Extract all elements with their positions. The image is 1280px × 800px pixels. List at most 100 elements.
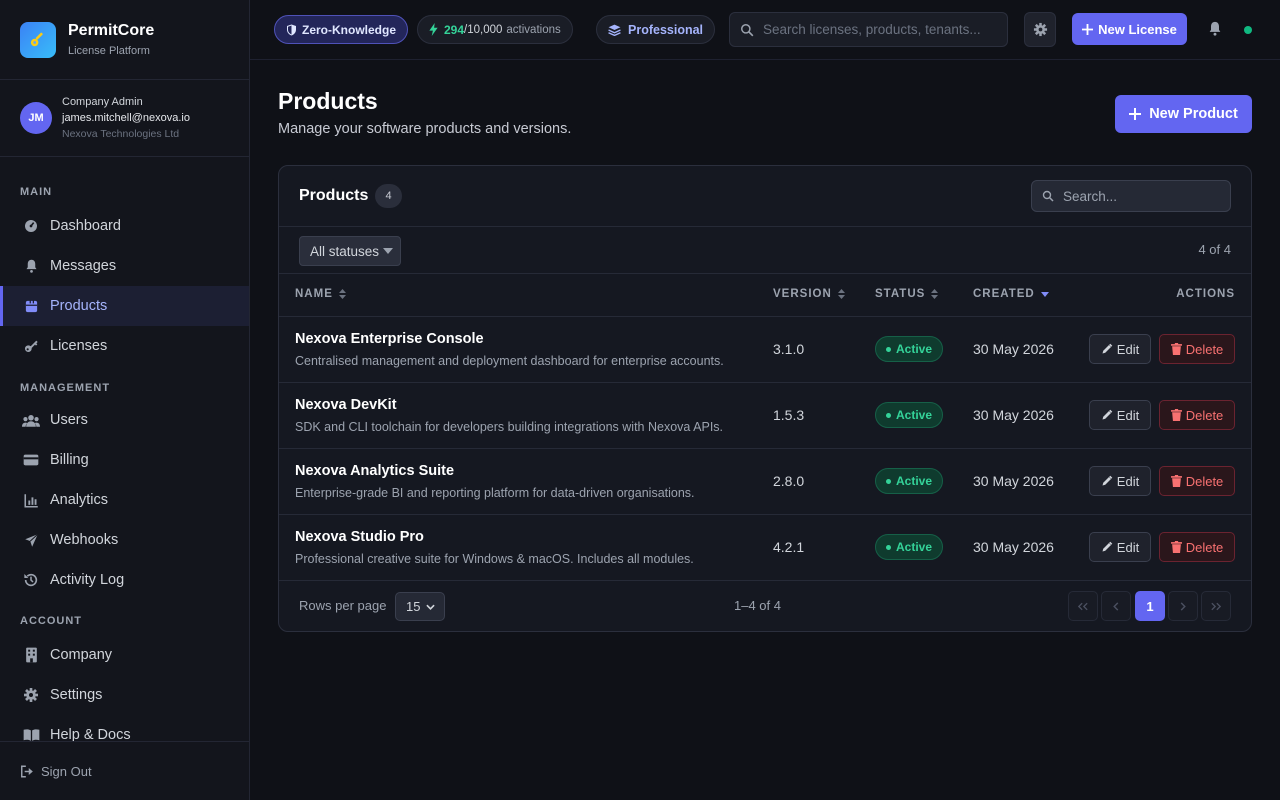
- column-header-status[interactable]: STATUS: [875, 288, 939, 300]
- product-name[interactable]: Nexova DevKit: [295, 397, 397, 413]
- sign-out-button[interactable]: Sign Out: [0, 741, 249, 800]
- global-search-placeholder: Search licenses, products, tenants...: [763, 22, 981, 37]
- sort-icon: [338, 289, 346, 299]
- product-version: 4.2.1: [773, 539, 805, 555]
- sidebar-item-analytics[interactable]: Analytics: [0, 480, 249, 520]
- pencil-icon: [1101, 343, 1113, 355]
- product-name[interactable]: Nexova Enterprise Console: [295, 331, 484, 347]
- column-header-version[interactable]: VERSION: [773, 288, 845, 300]
- sidebar-item-label: Messages: [50, 258, 117, 274]
- notifications-button[interactable]: [1207, 20, 1223, 37]
- delete-button[interactable]: Delete: [1159, 532, 1235, 562]
- sidebar-item-label: Licenses: [50, 338, 108, 354]
- sidebar-item-label: Billing: [50, 452, 89, 468]
- table-row[interactable]: Nexova Studio Pro Professional creative …: [279, 515, 1251, 581]
- card-header: Products 4 Search...: [279, 166, 1251, 227]
- sidebar-item-settings[interactable]: Settings: [0, 675, 249, 715]
- user-profile[interactable]: JM Company Admin james.mitchell@nexova.i…: [0, 80, 249, 157]
- sidebar-item-label: Products: [50, 298, 108, 314]
- search-icon: [1042, 190, 1054, 202]
- activations-total: /10,000: [464, 23, 503, 36]
- edit-button[interactable]: Edit: [1089, 334, 1151, 364]
- column-header-created[interactable]: CREATED: [973, 288, 1049, 300]
- edit-button[interactable]: Edit: [1089, 400, 1151, 430]
- delete-button[interactable]: Delete: [1159, 466, 1235, 496]
- user-email: james.mitchell@nexova.io: [62, 112, 190, 124]
- status-label: Active: [896, 540, 933, 554]
- gear-icon: [22, 687, 40, 703]
- global-search-input[interactable]: Search licenses, products, tenants...: [729, 12, 1008, 47]
- last-page-button[interactable]: [1201, 591, 1231, 621]
- page-button-current[interactable]: 1: [1135, 591, 1165, 621]
- nav-section-main: MAIN: [20, 186, 53, 198]
- table-row[interactable]: Nexova DevKit SDK and CLI toolchain for …: [279, 383, 1251, 449]
- new-product-button[interactable]: New Product: [1115, 95, 1252, 133]
- sidebar-item-activity-log[interactable]: Activity Log: [0, 560, 249, 600]
- prev-page-button[interactable]: [1101, 591, 1131, 621]
- bell-icon: [1207, 20, 1223, 37]
- users-icon: [22, 413, 40, 428]
- product-description: Centralised management and deployment da…: [295, 354, 724, 368]
- sidebar-item-dashboard[interactable]: Dashboard: [0, 206, 249, 246]
- product-created: 30 May 2026: [973, 473, 1054, 489]
- building-icon: [22, 647, 40, 663]
- plus-icon: [1082, 23, 1094, 35]
- products-search-input[interactable]: Search...: [1031, 180, 1231, 212]
- delete-label: Delete: [1185, 473, 1224, 489]
- delete-label: Delete: [1185, 539, 1224, 555]
- product-created: 30 May 2026: [973, 539, 1054, 555]
- theme-settings-button[interactable]: [1024, 12, 1056, 47]
- product-name[interactable]: Nexova Analytics Suite: [295, 463, 454, 479]
- new-license-button[interactable]: New License: [1072, 13, 1187, 45]
- gear-icon: [1033, 22, 1048, 37]
- filter-count: 4 of 4: [1198, 242, 1231, 257]
- table-header: NAME VERSION STATUS CREATED ACTIONS: [279, 274, 1251, 317]
- sort-icon: [931, 289, 939, 299]
- sidebar-item-products[interactable]: Products: [0, 286, 249, 326]
- sidebar-item-label: Dashboard: [50, 218, 121, 234]
- plan-badge[interactable]: Professional: [596, 15, 716, 44]
- edit-button[interactable]: Edit: [1089, 466, 1151, 496]
- delete-button[interactable]: Delete: [1159, 400, 1235, 430]
- status-filter-select[interactable]: All statuses: [299, 236, 401, 266]
- trash-icon: [1170, 343, 1182, 355]
- product-description: SDK and CLI toolchain for developers bui…: [295, 420, 724, 434]
- edit-button[interactable]: Edit: [1089, 532, 1151, 562]
- status-badge: Active: [875, 534, 944, 560]
- new-product-label: New Product: [1149, 106, 1238, 122]
- edit-label: Edit: [1116, 407, 1140, 423]
- next-page-button[interactable]: [1168, 591, 1198, 621]
- main-content: Products Manage your software products a…: [250, 60, 1280, 800]
- column-label: VERSION: [773, 288, 832, 300]
- search-icon: [740, 23, 754, 37]
- column-label: ACTIONS: [1176, 288, 1235, 300]
- status-label: Active: [896, 342, 933, 356]
- sidebar-item-webhooks[interactable]: Webhooks: [0, 520, 249, 560]
- zero-knowledge-badge[interactable]: Zero-Knowledge: [274, 15, 409, 44]
- product-created: 30 May 2026: [973, 341, 1054, 357]
- pencil-icon: [1101, 409, 1113, 421]
- book-icon: [22, 728, 40, 741]
- products-search-placeholder: Search...: [1063, 188, 1118, 204]
- first-page-button[interactable]: [1068, 591, 1098, 621]
- activations-label: activations: [506, 23, 561, 36]
- delete-button[interactable]: Delete: [1159, 334, 1235, 364]
- sidebar-item-billing[interactable]: Billing: [0, 440, 249, 480]
- brand[interactable]: PermitCore License Platform: [0, 0, 249, 80]
- product-name[interactable]: Nexova Studio Pro: [295, 529, 424, 545]
- key-icon: [20, 21, 56, 58]
- sidebar-item-messages[interactable]: Messages: [0, 246, 249, 286]
- sidebar-item-company[interactable]: Company: [0, 635, 249, 675]
- activations-badge[interactable]: 294 /10,000 activations: [417, 15, 573, 44]
- delete-label: Delete: [1185, 407, 1224, 423]
- sidebar-item-help-docs[interactable]: Help & Docs: [0, 715, 249, 741]
- sidebar-item-users[interactable]: Users: [0, 400, 249, 440]
- table-row[interactable]: Nexova Analytics Suite Enterprise-grade …: [279, 449, 1251, 515]
- column-header-name[interactable]: NAME: [295, 288, 346, 300]
- sidebar-item-licenses[interactable]: Licenses: [0, 326, 249, 366]
- products-card: Products 4 Search... All statuses 4 of 4…: [278, 165, 1252, 632]
- table-row[interactable]: Nexova Enterprise Console Centralised ma…: [279, 317, 1251, 383]
- rows-per-page-select[interactable]: 15: [395, 592, 445, 621]
- user-role: Company Admin: [62, 96, 143, 108]
- page-title: Products: [278, 88, 378, 114]
